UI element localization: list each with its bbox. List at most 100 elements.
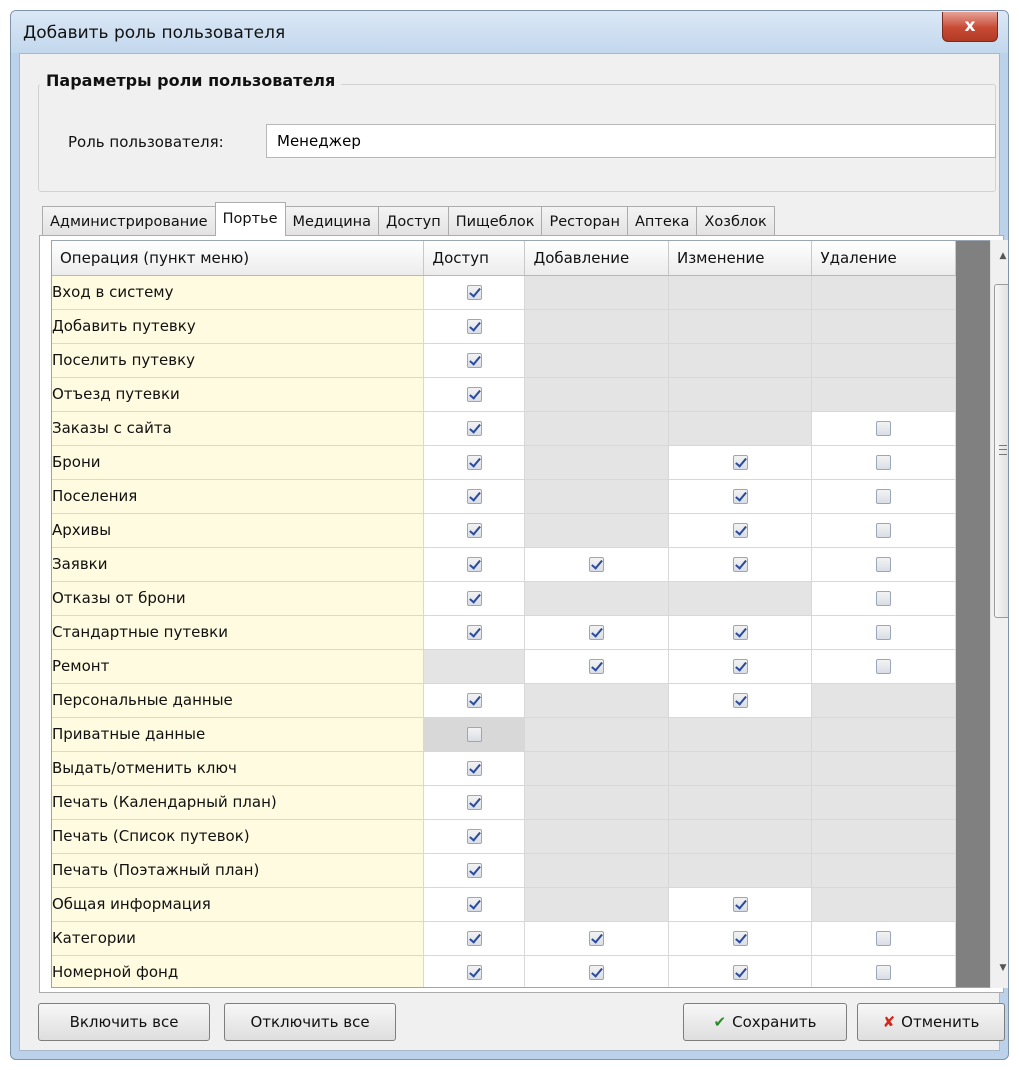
- cell-access[interactable]: [423, 819, 526, 854]
- column-header-edit[interactable]: Изменение: [668, 241, 813, 276]
- cell-add[interactable]: [524, 547, 669, 582]
- add-checkbox[interactable]: [589, 931, 605, 946]
- cell-edit[interactable]: [668, 547, 813, 582]
- edit-checkbox[interactable]: [732, 693, 748, 708]
- access-checkbox[interactable]: [466, 625, 482, 640]
- cell-access[interactable]: [423, 309, 526, 344]
- cell-add[interactable]: [524, 921, 669, 956]
- access-checkbox[interactable]: [466, 285, 482, 300]
- cell-access[interactable]: [423, 785, 526, 820]
- cell-edit[interactable]: [668, 615, 813, 650]
- edit-checkbox[interactable]: [732, 557, 748, 572]
- access-checkbox[interactable]: [466, 761, 482, 776]
- close-button[interactable]: x: [942, 12, 998, 42]
- access-checkbox[interactable]: [466, 557, 482, 572]
- tab-3[interactable]: Доступ: [378, 206, 449, 236]
- access-checkbox[interactable]: [466, 931, 482, 946]
- edit-checkbox[interactable]: [732, 965, 748, 980]
- edit-checkbox[interactable]: [732, 897, 748, 912]
- cell-edit[interactable]: [668, 887, 813, 922]
- edit-checkbox[interactable]: [732, 659, 748, 674]
- add-checkbox[interactable]: [589, 557, 605, 572]
- cell-access[interactable]: [423, 615, 526, 650]
- tab-7[interactable]: Хозблок: [696, 206, 775, 236]
- edit-checkbox[interactable]: [732, 489, 748, 504]
- cell-access[interactable]: [423, 275, 526, 310]
- cell-access[interactable]: [423, 921, 526, 956]
- access-checkbox[interactable]: [466, 795, 482, 810]
- access-checkbox[interactable]: [466, 693, 482, 708]
- column-header-operation[interactable]: Операция (пункт меню): [52, 241, 425, 276]
- vertical-scrollbar[interactable]: ▲ ▼: [990, 240, 1008, 988]
- tab-6[interactable]: Аптека: [627, 206, 698, 236]
- cell-delete[interactable]: [811, 445, 956, 480]
- access-checkbox[interactable]: [466, 489, 482, 504]
- cell-access[interactable]: [423, 683, 526, 718]
- edit-checkbox[interactable]: [732, 455, 748, 470]
- cell-delete[interactable]: [811, 547, 956, 582]
- cell-delete[interactable]: [811, 955, 956, 987]
- delete-checkbox[interactable]: [876, 557, 892, 572]
- delete-checkbox[interactable]: [876, 591, 892, 606]
- cell-edit[interactable]: [668, 479, 813, 514]
- cell-access[interactable]: [423, 581, 526, 616]
- cell-access[interactable]: [423, 513, 526, 548]
- delete-checkbox[interactable]: [876, 965, 892, 980]
- delete-checkbox[interactable]: [876, 625, 892, 640]
- access-checkbox[interactable]: [466, 353, 482, 368]
- cell-edit[interactable]: [668, 445, 813, 480]
- cell-add[interactable]: [524, 955, 669, 987]
- access-checkbox[interactable]: [466, 319, 482, 334]
- column-header-add[interactable]: Добавление: [524, 241, 669, 276]
- disable-all-button[interactable]: Отключить все: [224, 1003, 396, 1041]
- cell-add[interactable]: [524, 615, 669, 650]
- cell-access[interactable]: [423, 717, 526, 752]
- access-checkbox[interactable]: [466, 829, 482, 844]
- cell-access[interactable]: [423, 751, 526, 786]
- cell-access[interactable]: [423, 343, 526, 378]
- scrollbar-thumb[interactable]: [994, 284, 1008, 618]
- access-checkbox[interactable]: [466, 863, 482, 878]
- title-bar[interactable]: Добавить роль пользователя x: [11, 11, 1008, 53]
- cell-delete[interactable]: [811, 615, 956, 650]
- delete-checkbox[interactable]: [876, 523, 892, 538]
- cell-delete[interactable]: [811, 411, 956, 446]
- delete-checkbox[interactable]: [876, 931, 892, 946]
- cancel-button[interactable]: ✘ Отменить: [857, 1003, 1005, 1041]
- add-checkbox[interactable]: [589, 965, 605, 980]
- cell-delete[interactable]: [811, 921, 956, 956]
- delete-checkbox[interactable]: [876, 489, 892, 504]
- tab-0[interactable]: Администрирование: [42, 206, 216, 236]
- access-checkbox[interactable]: [466, 421, 482, 436]
- scroll-down-icon[interactable]: ▼: [991, 956, 1008, 980]
- tab-1[interactable]: Портье: [214, 202, 286, 236]
- cell-access[interactable]: [423, 411, 526, 446]
- access-checkbox[interactable]: [466, 523, 482, 538]
- access-checkbox[interactable]: [466, 965, 482, 980]
- access-checkbox[interactable]: [466, 455, 482, 470]
- cell-edit[interactable]: [668, 683, 813, 718]
- enable-all-button[interactable]: Включить все: [38, 1003, 210, 1041]
- tab-4[interactable]: Пищеблок: [447, 206, 543, 236]
- access-checkbox[interactable]: [466, 897, 482, 912]
- cell-edit[interactable]: [668, 921, 813, 956]
- column-header-delete[interactable]: Удаление: [811, 241, 956, 276]
- cell-add[interactable]: [524, 649, 669, 684]
- cell-access[interactable]: [423, 445, 526, 480]
- cell-access[interactable]: [423, 955, 526, 987]
- cell-delete[interactable]: [811, 479, 956, 514]
- delete-checkbox[interactable]: [876, 659, 892, 674]
- add-checkbox[interactable]: [589, 659, 605, 674]
- column-header-access[interactable]: Доступ: [423, 241, 526, 276]
- tab-2[interactable]: Медицина: [284, 206, 380, 236]
- cell-edit[interactable]: [668, 955, 813, 987]
- add-checkbox[interactable]: [589, 625, 605, 640]
- cell-access[interactable]: [423, 853, 526, 888]
- access-checkbox[interactable]: [466, 387, 482, 402]
- delete-checkbox[interactable]: [876, 455, 892, 470]
- cell-access[interactable]: [423, 547, 526, 582]
- cell-access[interactable]: [423, 377, 526, 412]
- cell-access[interactable]: [423, 887, 526, 922]
- access-checkbox[interactable]: [466, 591, 482, 606]
- edit-checkbox[interactable]: [732, 625, 748, 640]
